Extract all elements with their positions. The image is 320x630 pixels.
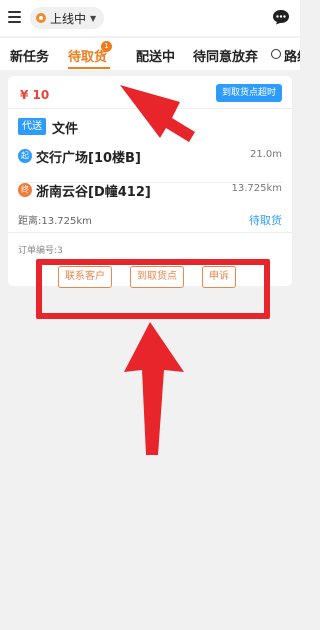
status-label: 上线中	[50, 11, 87, 26]
pickup-address-row: 起 交行广场[10楼B] 21.0m	[8, 146, 292, 166]
pickup-distance: 21.0m	[249, 149, 282, 160]
annotation-arrow-bottom	[124, 322, 184, 455]
dropoff-name: 浙南云谷[D幢412]	[36, 185, 151, 200]
pickup-icon: 起	[18, 149, 32, 163]
caret-down-icon: ▼	[90, 13, 97, 23]
order-type-tag: 代送	[18, 118, 46, 135]
dropoff-icon: 终	[18, 183, 32, 197]
order-number: 订单编号:3	[18, 246, 63, 256]
tab-new-tasks[interactable]: 新任务	[10, 46, 49, 65]
active-tab-indicator	[68, 67, 110, 69]
menu-icon[interactable]	[8, 11, 21, 23]
tab-badge: 1	[101, 41, 112, 52]
pickup-name: 交行广场[10楼B]	[36, 151, 141, 166]
dropoff-address-row: 终 浙南云谷[D幢412] 13.725km	[8, 180, 292, 200]
total-distance: 距离:13.725km	[18, 216, 92, 227]
route-icon	[271, 49, 281, 59]
chat-icon[interactable]	[272, 9, 290, 25]
tab-pending-abandon[interactable]: 待同意放弃	[193, 46, 258, 65]
divider	[8, 108, 292, 109]
tab-delivering[interactable]: 配送中	[136, 46, 175, 65]
order-price: ¥ 10	[20, 88, 50, 102]
status-dot-icon	[36, 13, 46, 23]
order-card[interactable]: ¥ 10 到取货点超时 代送 文件 起 交行广场[10楼B] 21.0m 终 浙…	[8, 76, 292, 288]
top-bar: 上线中 ▼	[0, 0, 300, 36]
divider	[8, 232, 292, 233]
dropoff-distance: 13.725km	[231, 183, 282, 194]
order-status: 待取货	[249, 214, 282, 227]
order-tabs: 新任务 待取货 1 配送中 待同意放弃 路线	[0, 38, 300, 70]
order-type-text: 文件	[52, 122, 79, 137]
online-status-selector[interactable]: 上线中 ▼	[30, 7, 105, 29]
tab-route[interactable]: 路线	[284, 46, 300, 65]
timeout-badge: 到取货点超时	[215, 84, 282, 102]
annotation-highlight-box	[36, 259, 270, 319]
